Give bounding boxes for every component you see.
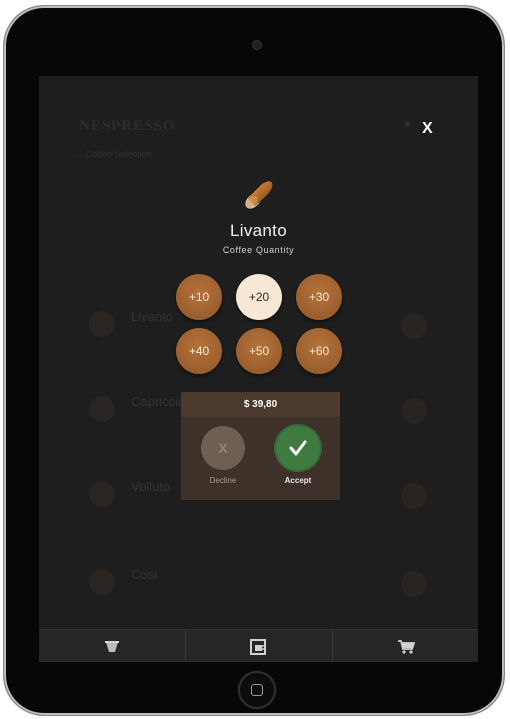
decline-button[interactable]: X	[201, 426, 245, 470]
bottom-navigation	[39, 629, 478, 662]
home-button[interactable]	[240, 673, 274, 707]
nav-machines[interactable]	[186, 630, 332, 662]
home-square-icon	[251, 684, 263, 696]
capsule-icon	[243, 177, 275, 211]
coffee-machine-icon	[250, 638, 266, 655]
coffee-pod-icon	[105, 640, 119, 652]
app-screen: NESPRESSO ← Coffee Selection ● Livanto C…	[39, 76, 478, 662]
add-to-cart-icon	[401, 313, 427, 339]
breadcrumb: ← Coffee Selection	[74, 149, 152, 159]
list-item: Cosi	[39, 559, 478, 639]
header-user-icon: ●	[404, 116, 412, 130]
front-camera	[253, 41, 261, 49]
order-confirmation-panel: $ 39,80 X Decline Accept	[181, 392, 340, 500]
quantity-option-40[interactable]: +40	[176, 328, 222, 374]
order-price: $ 39,80	[181, 392, 340, 417]
capsule-icon	[89, 481, 115, 507]
add-to-cart-icon	[401, 398, 427, 424]
capsule-icon	[89, 569, 115, 595]
quantity-option-50[interactable]: +50	[236, 328, 282, 374]
quantity-option-10[interactable]: +10	[176, 274, 222, 320]
brand-logo: NESPRESSO	[79, 118, 176, 134]
list-item-name: Volluto	[131, 479, 171, 494]
list-item-name: Livanto	[131, 309, 173, 324]
quantity-subtitle: Coffee Quantity	[222, 245, 295, 255]
list-item-name: Capriccio	[131, 394, 186, 409]
nav-cart[interactable]	[333, 630, 478, 662]
accept-button[interactable]	[276, 426, 320, 470]
cart-icon	[398, 639, 415, 654]
capsule-icon	[89, 396, 115, 422]
list-item-name: Cosi	[131, 567, 158, 582]
quantity-option-20[interactable]: +20	[236, 274, 282, 320]
product-name: Livanto	[230, 221, 287, 240]
close-button[interactable]: X	[422, 120, 433, 138]
decline-label: Decline	[209, 476, 237, 485]
quantity-option-30[interactable]: +30	[296, 274, 342, 320]
tablet-frame: NESPRESSO ← Coffee Selection ● Livanto C…	[4, 6, 504, 715]
nav-capsules[interactable]	[39, 630, 185, 662]
add-to-cart-icon	[401, 483, 427, 509]
capsule-icon	[89, 311, 115, 337]
checkmark-icon	[289, 440, 307, 456]
quantity-option-60[interactable]: +60	[296, 328, 342, 374]
add-to-cart-icon	[401, 571, 427, 597]
accept-label: Accept	[284, 476, 312, 485]
